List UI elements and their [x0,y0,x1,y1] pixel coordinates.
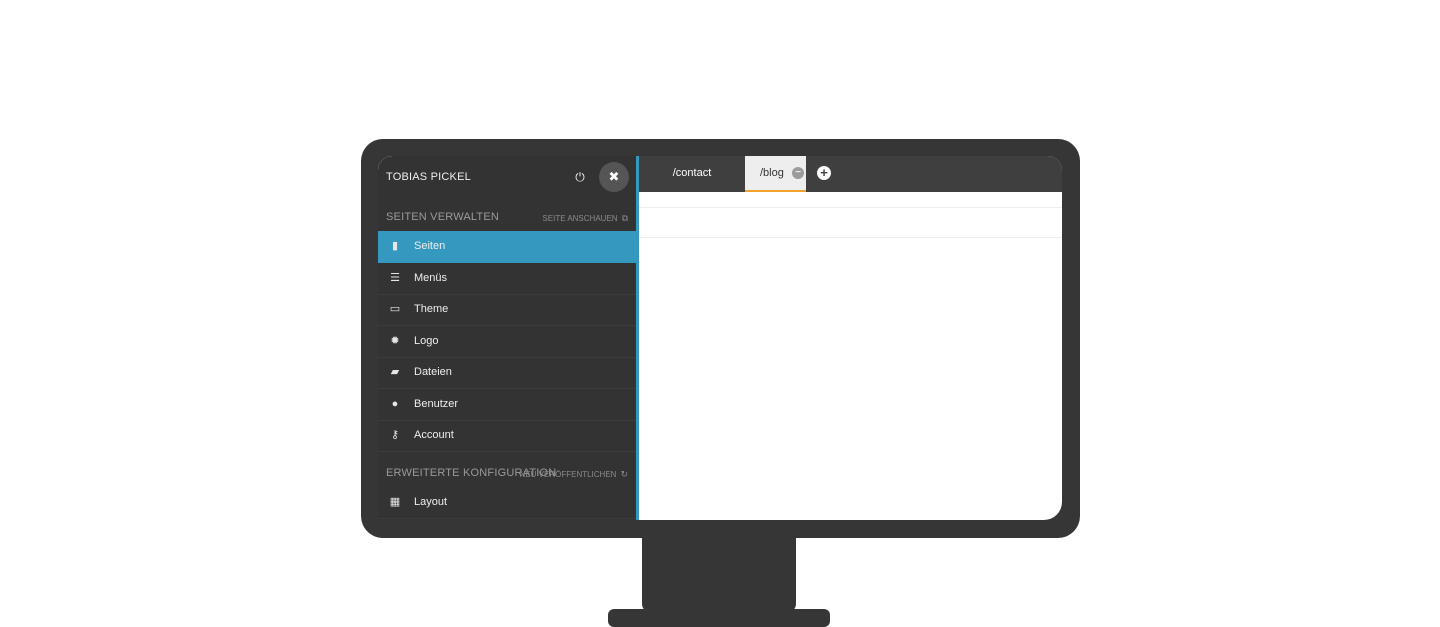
user-name: TOBIAS PICKEL [386,171,471,183]
sidebar-item-label: Layout [414,496,448,508]
sidebar-item-logo[interactable]: ✹ Logo [378,326,636,358]
tab-label: /contact [672,167,712,179]
sidebar-item-label: Dateien [414,366,452,378]
power-icon[interactable]: ⏻ [572,169,588,185]
monitor-neck [642,536,796,612]
tab-blog[interactable]: /blog − [745,156,806,192]
plus-circle-icon[interactable]: + [817,166,831,180]
folder-open-icon: ▰ [390,366,400,378]
key-icon: ⚷ [390,429,400,441]
sidebar-item-label: Menüs [414,272,448,284]
sidebar-item-label: Theme [414,303,449,315]
section-title: SEITEN VERWALTEN [386,211,500,223]
content-divider [639,237,1062,238]
sidebar-item-account[interactable]: ⚷ Account [378,420,636,452]
neu-veroeffentlichen-link[interactable]: NEU VERÖFFENTLICHEN ↻ [520,469,628,480]
grid-icon: ▦ [389,496,401,508]
file-icon: ▮ [391,240,399,252]
sidebar-item-layout[interactable]: ▦ Layout [378,487,636,519]
minus-circle-icon[interactable]: − [792,167,804,179]
user-icon: ● [391,398,399,410]
content-divider [639,207,1062,208]
list-icon: ☰ [390,272,400,284]
sidebar-item-label: Account [414,429,454,441]
refresh-icon: ↻ [620,469,628,479]
section-seiten-verwalten: SEITEN VERWALTEN SEITE ANSCHAUEN ⧉ [378,202,636,232]
sidebar: TOBIAS PICKEL ⏻ ✖ SEITEN VERWALTEN SEITE… [378,156,636,520]
screen: TOBIAS PICKEL ⏻ ✖ SEITEN VERWALTEN SEITE… [378,156,1062,520]
seite-anschauen-link[interactable]: SEITE ANSCHAUEN ⧉ [542,213,628,224]
tab-contact[interactable]: /contact [639,156,745,192]
sidebar-item-theme[interactable]: ▭ Theme [378,294,636,326]
sidebar-accent-bar [636,156,639,520]
sidebar-header: TOBIAS PICKEL ⏻ ✖ [378,156,636,200]
monitor-icon: ▭ [389,303,401,315]
close-icon[interactable]: ✖ [599,162,629,192]
sidebar-item-label: Logo [414,335,439,347]
sidebar-item-label: Seiten [414,240,446,252]
sidebar-item-seiten[interactable]: ▮ Seiten [378,231,636,263]
section-erweiterte-konfiguration: ERWEITERTE KONFIGURATION NEU VERÖFFENTLI… [378,458,636,488]
sidebar-item-benutzer[interactable]: ● Benutzer [378,389,636,421]
tab-bar: /contact /blog − + [639,156,1062,192]
badge-icon: ✹ [390,335,400,347]
sidebar-item-menus[interactable]: ☰ Menüs [378,263,636,295]
sidebar-item-dateien[interactable]: ▰ Dateien [378,357,636,389]
sidebar-item-label: Benutzer [414,398,459,410]
tab-label: /blog [760,167,784,179]
external-link-icon: ⧉ [621,213,628,223]
monitor-foot [608,609,830,627]
